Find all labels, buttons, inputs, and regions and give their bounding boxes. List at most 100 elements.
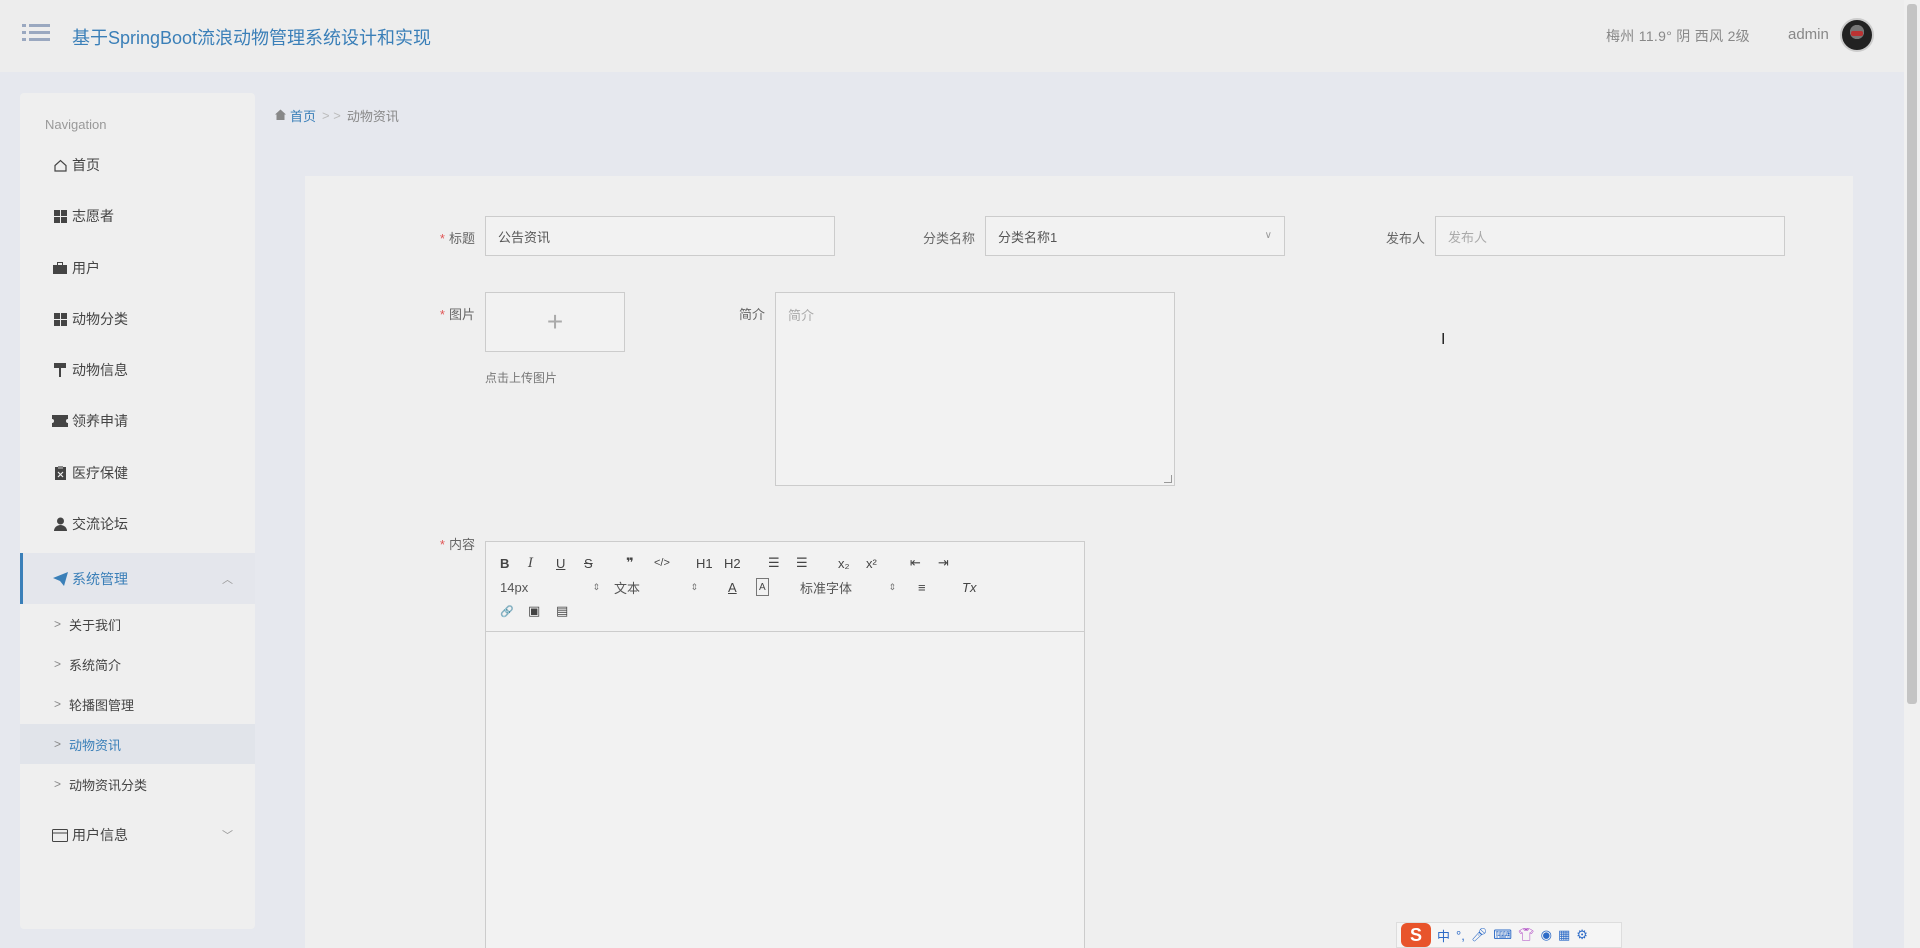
apps-icon[interactable]: ▦ — [1558, 927, 1570, 943]
updown-icon: ⇕ — [592, 581, 600, 592]
italic-button[interactable]: I — [528, 554, 533, 572]
chevron-right-icon: > — [54, 777, 62, 791]
subscript-button[interactable]: x₂ — [838, 554, 850, 572]
format-select[interactable]: 文本 ⇕ — [614, 578, 698, 596]
font-size-select[interactable]: 14px ⇕ — [500, 578, 600, 596]
align-button[interactable]: ≡ — [918, 578, 926, 596]
resize-handle[interactable] — [1164, 475, 1172, 483]
indent-button[interactable]: ⇥ — [938, 554, 949, 572]
skin-icon[interactable]: 👕︎ — [1518, 927, 1535, 943]
page-scrollbar[interactable] — [1904, 0, 1920, 948]
sidebar-item-label: 动物分类 — [72, 311, 128, 327]
nav-heading: Navigation — [45, 117, 107, 132]
intro-textarea[interactable]: 简介 I — [775, 292, 1445, 486]
background-color-button[interactable]: A — [756, 578, 769, 596]
assistant-icon[interactable]: ◉ — [1541, 927, 1552, 943]
sidebar-subitem-animal-news-category[interactable]: > 动物资讯分类 — [20, 764, 255, 804]
sidebar-item-label: 志愿者 — [72, 208, 114, 224]
quote-button[interactable]: ❞ — [626, 554, 634, 572]
sidebar-item-label: 交流论坛 — [72, 516, 128, 532]
content-label: * 内容 — [439, 537, 475, 552]
plus-icon: + — [546, 306, 564, 337]
ime-mode[interactable]: 中 — [1437, 926, 1450, 945]
sidebar-subitem-animal-news[interactable]: > 动物资讯 — [20, 724, 255, 764]
sidebar-item-label: 动物信息 — [72, 362, 128, 378]
grid-icon — [52, 208, 68, 224]
sidebar-item-label: 领养申请 — [72, 413, 128, 429]
send-icon — [52, 571, 68, 587]
sidebar-item-label: 首页 — [72, 157, 100, 173]
updown-icon: ⇕ — [888, 581, 896, 592]
scrollbar-thumb[interactable] — [1907, 4, 1917, 704]
chevron-right-icon: > — [54, 737, 62, 751]
text-color-button[interactable]: A — [728, 578, 737, 596]
breadcrumb-home[interactable]: 首页 — [290, 106, 316, 125]
video-button[interactable]: ▤ — [556, 602, 568, 620]
bold-button[interactable]: B — [500, 554, 509, 572]
ime-punctuation[interactable]: °, — [1456, 928, 1465, 943]
publisher-input[interactable]: 发布人 — [1435, 216, 1785, 256]
sidebar-item-adoption[interactable]: 领养申请 — [20, 399, 255, 443]
paint-roller-icon — [52, 362, 68, 378]
sidebar-subitem-carousel[interactable]: > 轮播图管理 — [20, 684, 255, 724]
username[interactable]: admin — [1788, 26, 1829, 43]
breadcrumb-current: 动物资讯 — [346, 109, 399, 124]
ime-toolbar[interactable]: S 中 °, 🎤︎ ⌨︎ 👕︎ ◉ ▦ ⚙︎ — [1396, 922, 1622, 948]
sidebar-item-animal-info[interactable]: 动物信息 — [20, 348, 255, 392]
image-button[interactable]: ▣ — [528, 602, 540, 620]
sidebar-item-volunteer[interactable]: 志愿者 — [20, 194, 255, 238]
intro-label: 简介 — [738, 307, 765, 322]
sidebar-item-label: 用户 — [72, 260, 100, 276]
ticket-icon — [52, 413, 68, 429]
sidebar-item-forum[interactable]: 交流论坛 — [20, 502, 255, 546]
sidebar-item-user[interactable]: 用户 — [20, 246, 255, 290]
image-upload-button[interactable]: + — [485, 292, 625, 352]
sidebar-item-home[interactable]: 首页 — [20, 143, 255, 187]
keyboard-icon[interactable]: ⌨︎ — [1493, 927, 1512, 943]
link-button[interactable]: 🔗 — [500, 602, 514, 620]
weather-info: 梅州 11.9° 阴 西风 2级 — [1606, 28, 1750, 44]
menu-toggle-icon[interactable] — [22, 22, 50, 44]
sidebar-subitem-label: 动物资讯 — [69, 737, 122, 753]
intro-placeholder: 简介 — [788, 308, 815, 323]
clear-format-button[interactable]: Tx — [962, 578, 976, 596]
settings-icon[interactable]: ⚙︎ — [1576, 927, 1588, 943]
sidebar-item-animal-category[interactable]: 动物分类 — [20, 297, 255, 341]
sidebar-subitem-label: 动物资讯分类 — [69, 777, 148, 793]
breadcrumb-separator: > > — [322, 108, 341, 123]
strike-button[interactable]: S — [584, 554, 593, 572]
code-button[interactable]: </> — [654, 554, 670, 572]
bullet-list-button[interactable]: ☰ — [796, 554, 808, 572]
underline-button[interactable]: U — [556, 554, 565, 572]
editor-content-area[interactable] — [486, 632, 1084, 948]
outdent-button[interactable]: ⇤ — [910, 554, 921, 572]
category-select-value: 分类名称1 — [998, 229, 1058, 245]
font-family-select[interactable]: 标准字体 ⇕ — [800, 578, 896, 596]
sidebar-item-medical[interactable]: 医疗保健 — [20, 451, 255, 495]
category-label: 分类名称 — [922, 231, 975, 246]
grid-icon — [52, 311, 68, 327]
sidebar-subitem-label: 轮播图管理 — [69, 697, 135, 713]
chevron-up-icon: ︿ — [222, 573, 233, 586]
sidebar-subitem-label: 系统简介 — [69, 657, 122, 673]
home-icon — [275, 108, 286, 123]
sidebar-subitem-about[interactable]: > 关于我们 — [20, 604, 255, 644]
h1-button[interactable]: H1 — [696, 554, 713, 572]
avatar[interactable] — [1840, 18, 1874, 52]
sidebar-item-system-management[interactable]: 系统管理 ︿ — [20, 553, 255, 604]
form-card: * 标题 公告资讯 分类名称 分类名称1 ∨ 发布人 发布人 * 图片 + 点击上传… — [305, 176, 1853, 948]
breadcrumb: 首页 > > 动物资讯 — [275, 106, 399, 125]
user-icon — [52, 516, 68, 532]
chevron-right-icon: > — [54, 697, 62, 711]
ordered-list-button[interactable]: ☰ — [768, 554, 780, 572]
superscript-button[interactable]: x² — [866, 554, 877, 572]
sidebar-subitem-system-intro[interactable]: > 系统简介 — [20, 644, 255, 684]
h2-button[interactable]: H2 — [724, 554, 741, 572]
sidebar: Navigation 首页 志愿者 用户 动物分类 动物信息 领养申请 医疗保健… — [20, 93, 255, 929]
sogou-logo-icon[interactable]: S — [1401, 923, 1431, 947]
title-input[interactable]: 公告资讯 — [485, 216, 835, 256]
microphone-icon[interactable]: 🎤︎ — [1471, 927, 1488, 943]
sidebar-item-user-info[interactable]: 用户信息 ﹀ — [20, 813, 255, 857]
briefcase-icon — [52, 260, 68, 276]
category-select[interactable]: 分类名称1 ∨ — [985, 216, 1285, 256]
